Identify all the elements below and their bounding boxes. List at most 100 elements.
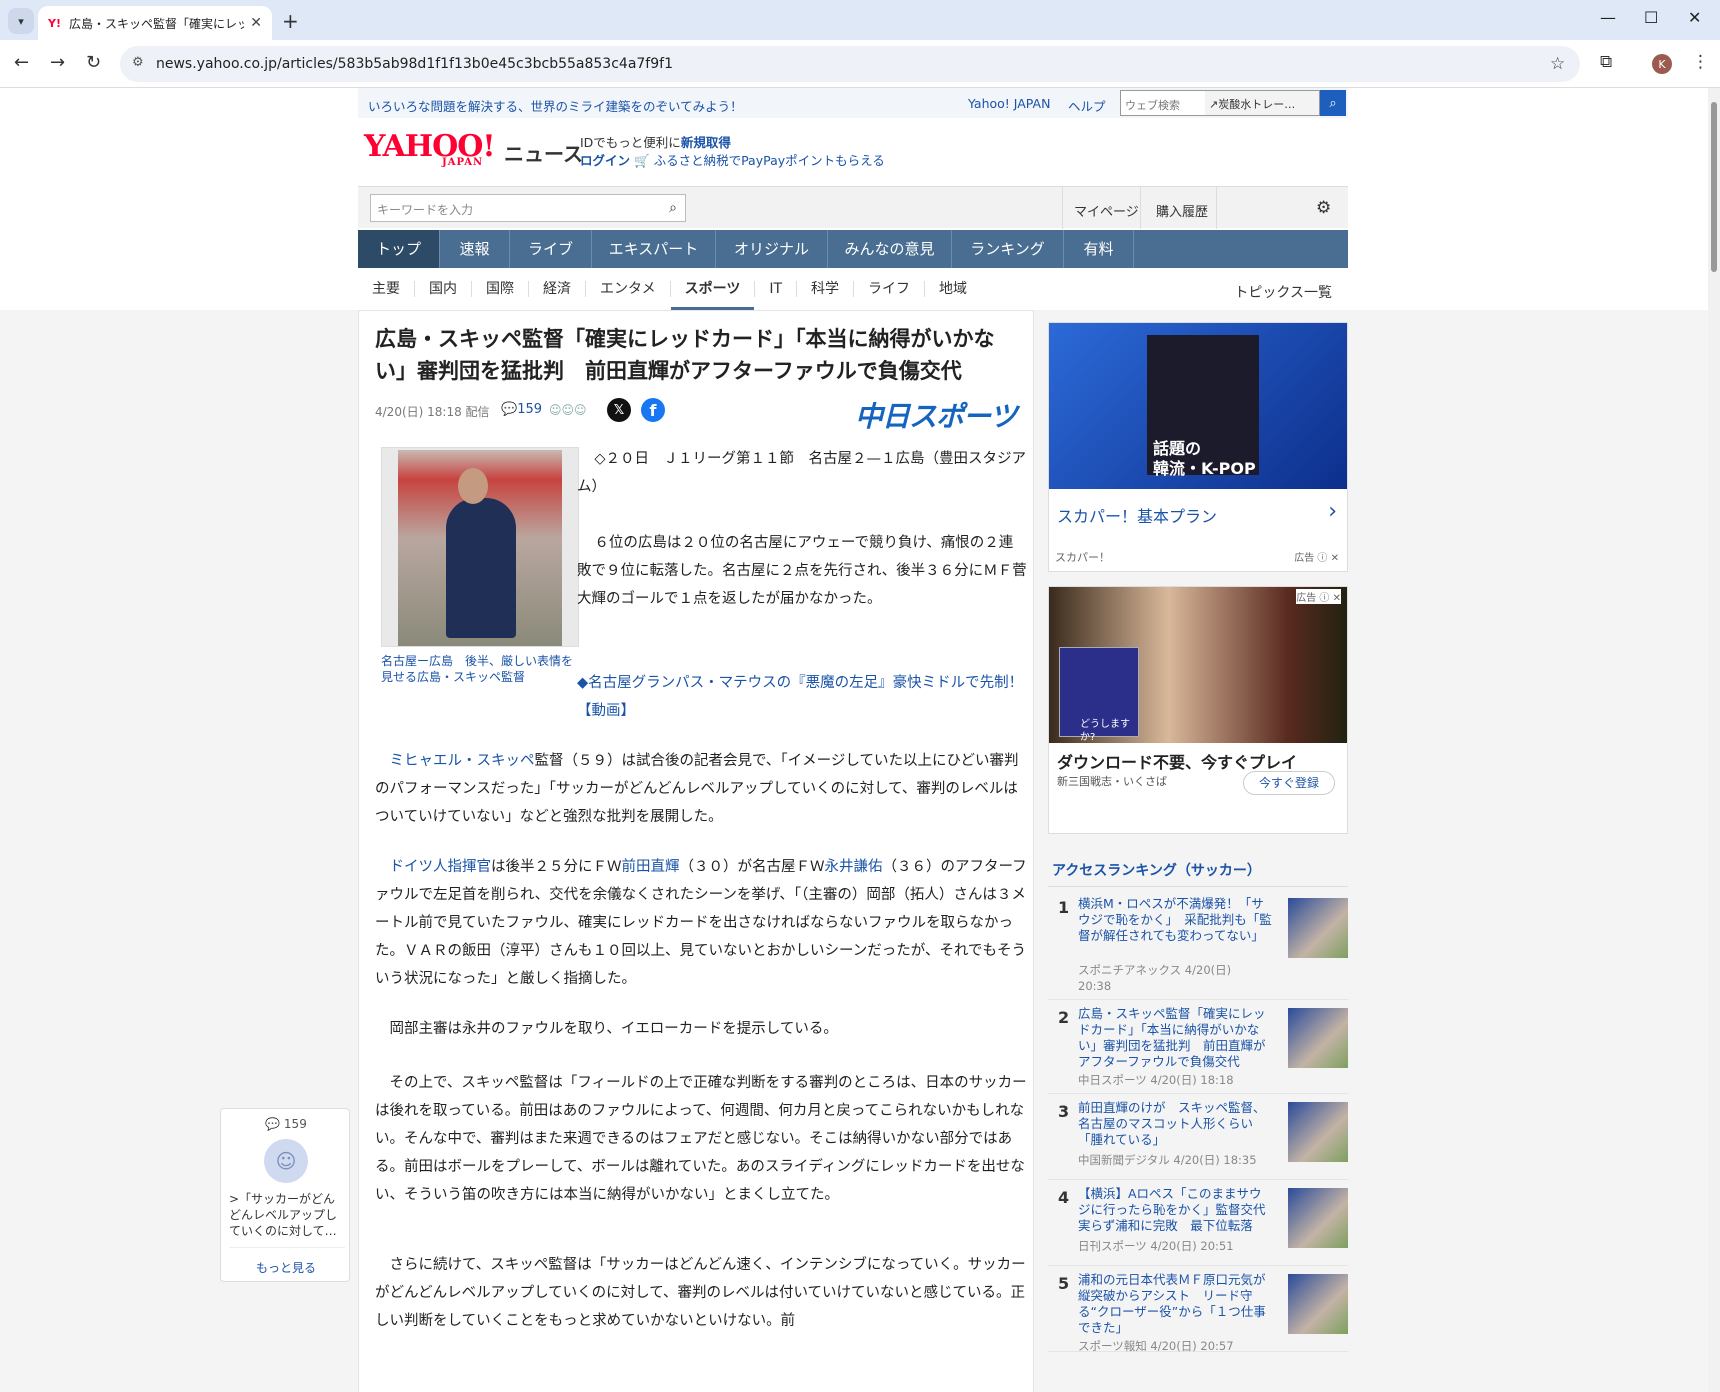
facebook-share-icon[interactable]: f	[641, 398, 665, 422]
photo-caption[interactable]: 名古屋ー広島 後半、厳しい表情を見せる広島・スキッペ監督	[381, 653, 581, 685]
gnav-opinions[interactable]: みんなの意見	[828, 230, 952, 268]
furusato-link[interactable]: ふるさと納税でPayPayポイントもらえる	[654, 153, 885, 168]
close-window-icon[interactable]: ✕	[1688, 8, 1701, 27]
news-label[interactable]: ニュース	[504, 138, 583, 167]
rank-source: スポーツ報知 4/20(日) 20:57	[1078, 1339, 1234, 1353]
close-icon[interactable]: ✕	[1331, 553, 1339, 564]
close-icon[interactable]: ✕	[1333, 593, 1341, 604]
web-search-input[interactable]: ウェブ検索 ↗炭酸水トレー…	[1120, 90, 1320, 116]
menu-kebab-icon[interactable]: ⋮	[1692, 52, 1709, 72]
forward-icon[interactable]: →	[50, 52, 65, 73]
video-link[interactable]: ◆名古屋グランパス・マテウスの『悪魔の左足』豪快ミドルで先制！【動画】	[577, 669, 1027, 725]
rank-title[interactable]: 横浜M・ロペスが不満爆発！「サウジで恥をかく」 采配批判も「監督が解任されても変…	[1078, 896, 1274, 944]
ad-title[interactable]: スカパー！基本プラン	[1057, 503, 1217, 527]
ranking-title[interactable]: アクセスランキング（サッカー）	[1048, 860, 1348, 887]
skibbe-link[interactable]: ミヒャエル・スキッペ	[390, 753, 535, 769]
ranking-item[interactable]: 1 横浜M・ロペスが不満爆発！「サウジで恥をかく」 采配批判も「監督が解任されて…	[1048, 896, 1348, 1000]
ad-headline[interactable]: ダウンロード不要、今すぐプレイ	[1057, 749, 1297, 773]
maximize-icon[interactable]: ☐	[1644, 8, 1658, 27]
floating-comment-card[interactable]: 💬 159 ☺ >「サッカーがどんどんレベルアップしていくのに対して… もっと見…	[220, 1108, 350, 1282]
see-more-link[interactable]: もっと見る	[221, 1259, 351, 1276]
topics-list-link[interactable]: トピックス一覧	[1234, 282, 1332, 302]
rank-thumbnail[interactable]	[1288, 1102, 1348, 1162]
ad-label[interactable]: 広告 ⓘ ✕	[1296, 589, 1341, 604]
comment-count-link[interactable]: 💬159	[501, 402, 542, 417]
yahoo-japan-link[interactable]: Yahoo! JAPAN	[968, 96, 1050, 111]
ad-register-button[interactable]: 今すぐ登録	[1243, 771, 1335, 795]
gnav-original[interactable]: オリジナル	[716, 230, 828, 268]
ad-info-icon[interactable]: ⓘ	[1317, 553, 1327, 564]
close-tab-icon[interactable]: ✕	[250, 15, 262, 31]
cnav-entertainment[interactable]: エンタメ	[586, 281, 671, 297]
comment-quote[interactable]: >「サッカーがどんどんレベルアップしていくのに対して…	[229, 1191, 345, 1248]
gnav-paid[interactable]: 有料	[1064, 230, 1134, 268]
rank-thumbnail[interactable]	[1288, 1274, 1348, 1334]
cnav-region[interactable]: 地域	[925, 281, 981, 297]
paragraph: さらに続けて、スキッペ監督は「サッカーはどんどん速く、インテンシブになっていく。…	[375, 1257, 1026, 1329]
chevron-right-icon[interactable]: ›	[1328, 499, 1337, 524]
cnav-science[interactable]: 科学	[797, 281, 855, 297]
ad-label-text: 広告	[1294, 553, 1315, 564]
search-icon[interactable]: ⌕	[1320, 90, 1346, 116]
purchase-history-link[interactable]: 購入履歴	[1156, 201, 1208, 220]
trend-keyword[interactable]: ↗炭酸水トレー…	[1205, 91, 1319, 115]
cnav-sports[interactable]: スポーツ	[670, 281, 756, 310]
paragraph: ミヒャエル・スキッペ監督（５９）は試合後の記者会見で、「イメージしていた以上にひ…	[375, 747, 1027, 831]
ranking-item[interactable]: 5 浦和の元日本代表ＭＦ原口元気が縦突破からアシスト リード守る“クローザー役”…	[1048, 1272, 1348, 1353]
rank-title[interactable]: 広島・スキッペ監督「確実にレッドカード」「本当に納得がいかない」審判団を猛批判 …	[1078, 1006, 1274, 1070]
cnav-international[interactable]: 国際	[472, 281, 529, 297]
address-bar[interactable]: ⚙ news.yahoo.co.jp/articles/583b5ab98d1f…	[120, 46, 1580, 82]
gnav-ranking[interactable]: ランキング	[952, 230, 1064, 268]
new-tab-button[interactable]: +	[282, 9, 299, 33]
gnav-expert[interactable]: エキスパート	[592, 230, 716, 268]
nagai-link[interactable]: 永井謙佑	[825, 859, 883, 875]
bookmark-star-icon[interactable]: ☆	[1550, 54, 1565, 74]
ad-game[interactable]: どうしますか? ・撫摸 ・役降動告 ・尚策 ・追いやる ・斬る 広告 ⓘ ✕ ダ…	[1048, 586, 1348, 834]
ad-info-icon[interactable]: ⓘ	[1319, 593, 1329, 604]
cnav-domestic[interactable]: 国内	[415, 281, 472, 297]
yahoo-japan-logo[interactable]: YAHOO! JAPAN	[364, 132, 496, 168]
ad-label[interactable]: 広告 ⓘ ✕	[1294, 549, 1339, 564]
gnav-breaking[interactable]: 速報	[440, 230, 510, 268]
gnav-live[interactable]: ライブ	[510, 230, 592, 268]
promo-link[interactable]: いろいろな問題を解決する、世界のミライ建築をのぞいてみよう！	[368, 96, 743, 115]
mypage-link[interactable]: マイページ	[1074, 201, 1139, 220]
rank-thumbnail[interactable]	[1288, 1008, 1348, 1068]
rank-title[interactable]: 前田直輝のけが スキッペ監督、名古屋のマスコット人形くらい「腫れている」	[1078, 1100, 1274, 1148]
rank-thumbnail[interactable]	[1288, 1188, 1348, 1248]
site-info-icon[interactable]: ⚙	[132, 55, 144, 70]
gear-icon[interactable]: ⚙	[1316, 198, 1331, 218]
cnav-economy[interactable]: 経済	[529, 281, 586, 297]
ranking-item[interactable]: 2 広島・スキッペ監督「確実にレッドカード」「本当に納得がいかない」審判団を猛批…	[1048, 1006, 1348, 1094]
german-coach-link[interactable]: ドイツ人指揮官	[390, 859, 492, 875]
article-photo[interactable]	[381, 447, 579, 647]
keyword-search-input[interactable]: キーワードを入力 ⌕	[370, 194, 686, 222]
reload-icon[interactable]: ↻	[86, 52, 101, 73]
cnav-main[interactable]: 主要	[358, 281, 415, 297]
tab-search-button[interactable]: ▾	[8, 8, 34, 34]
source-logo[interactable]: 中日スポーツ	[855, 395, 1017, 435]
rank-thumbnail[interactable]	[1288, 898, 1348, 958]
scrollbar-thumb[interactable]	[1711, 102, 1717, 272]
x-share-icon[interactable]: 𝕏	[607, 398, 631, 422]
ad-skyperfectv[interactable]: 話題の 韓流・K-POP スカパー！基本プラン › スカパー！ 広告 ⓘ ✕	[1048, 322, 1348, 572]
back-icon[interactable]: ←	[14, 52, 29, 73]
cnav-it[interactable]: IT	[755, 281, 798, 297]
signup-link[interactable]: 新規取得	[681, 135, 731, 150]
search-icon[interactable]: ⌕	[669, 200, 677, 216]
profile-avatar[interactable]: K	[1652, 54, 1672, 74]
ranking-item[interactable]: 4 【横浜】Aロペス「このままサウジに行ったら恥をかく」監督交代実らず浦和に完敗…	[1048, 1186, 1348, 1266]
maeda-link[interactable]: 前田直輝	[622, 859, 680, 875]
rank-title[interactable]: 浦和の元日本代表ＭＦ原口元気が縦突破からアシスト リード守る“クローザー役”から…	[1078, 1272, 1274, 1336]
rank-title[interactable]: 【横浜】Aロペス「このままサウジに行ったら恥をかく」監督交代実らず浦和に完敗 最…	[1078, 1186, 1274, 1234]
extensions-icon[interactable]: ⧉	[1600, 52, 1612, 72]
help-link[interactable]: ヘルプ	[1068, 96, 1106, 115]
minimize-icon[interactable]: —	[1600, 8, 1616, 27]
login-link[interactable]: ログイン	[580, 153, 630, 168]
cnav-life[interactable]: ライフ	[854, 281, 926, 297]
ranking-item[interactable]: 3 前田直輝のけが スキッペ監督、名古屋のマスコット人形くらい「腫れている」 中…	[1048, 1100, 1348, 1180]
active-tab[interactable]: Y! 広島・スキッペ監督「確実にレッドカ ✕	[38, 6, 272, 40]
keyword-placeholder: キーワードを入力	[377, 203, 474, 217]
page-scrollbar[interactable]	[1708, 88, 1720, 1392]
gnav-top[interactable]: トップ	[358, 230, 440, 268]
